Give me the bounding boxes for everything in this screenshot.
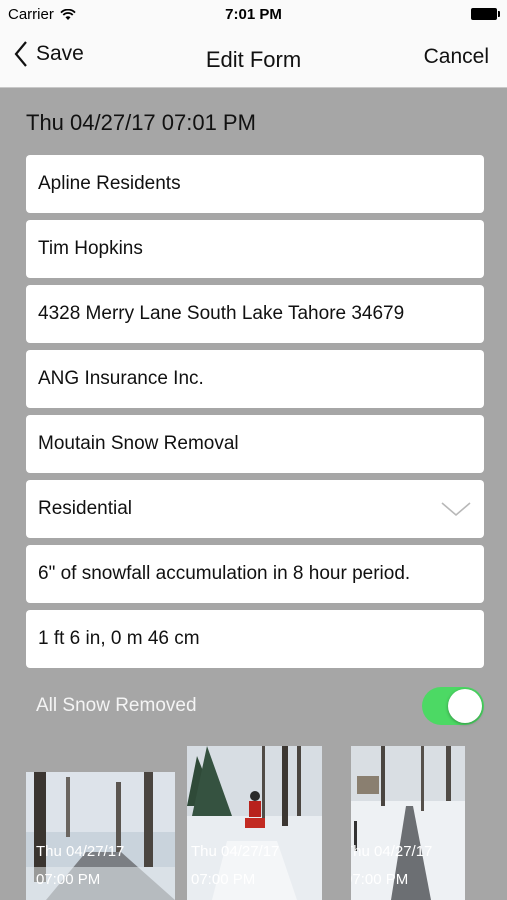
- photo-2-caption: Thu 04/27/17 07:00 PM: [191, 838, 279, 894]
- photo-thumbnail-3[interactable]: Thu 04/27/17 07:00 PM: [351, 746, 465, 900]
- insurance-value: ANG Insurance Inc.: [38, 368, 204, 389]
- cancel-button[interactable]: Cancel: [424, 45, 489, 69]
- battery-icon: [471, 8, 500, 20]
- snow-removed-label: All Snow Removed: [36, 695, 197, 716]
- company-field[interactable]: Moutain Snow Removal: [26, 415, 484, 473]
- contact-name-value: Tim Hopkins: [38, 238, 143, 259]
- address-value: 4328 Merry Lane South Lake Tahore 34679: [38, 303, 405, 324]
- snowfall-notes-value: 6" of snowfall accumulation in 8 hour pe…: [38, 563, 411, 584]
- photo-3-time: 07:00 PM: [351, 871, 409, 888]
- property-type-value: Residential: [38, 498, 132, 519]
- photo-thumbnail-2[interactable]: Thu 04/27/17 07:00 PM: [187, 746, 322, 900]
- client-name-value: Apline Residents: [38, 173, 181, 194]
- snow-depth-field[interactable]: 1 ft 6 in, 0 m 46 cm: [26, 610, 484, 668]
- snowfall-notes-field[interactable]: 6" of snowfall accumulation in 8 hour pe…: [26, 545, 484, 603]
- insurance-field[interactable]: ANG Insurance Inc.: [26, 350, 484, 408]
- toggle-knob: [448, 689, 482, 723]
- form-date-time: Thu 04/27/17 07:01 PM: [26, 110, 256, 135]
- clock: 7:01 PM: [225, 6, 282, 23]
- snow-depth-value: 1 ft 6 in, 0 m 46 cm: [38, 628, 200, 649]
- address-field[interactable]: 4328 Merry Lane South Lake Tahore 34679: [26, 285, 484, 343]
- photo-1-time: 07:00 PM: [36, 871, 101, 888]
- status-bar: Carrier 7:01 PM: [0, 0, 507, 28]
- photo-1-date: Thu 04/27/17: [36, 843, 125, 860]
- company-value: Moutain Snow Removal: [38, 433, 239, 454]
- photo-1-caption: Thu 04/27/17 07:00 PM: [36, 838, 124, 894]
- chevron-down-icon: [441, 502, 471, 517]
- photo-2-time: 07:00 PM: [191, 871, 256, 888]
- photo-2-date: Thu 04/27/17: [191, 843, 280, 860]
- photo-thumbnail-1[interactable]: Thu 04/27/17 07:00 PM: [26, 772, 175, 900]
- navigation-bar: Save Edit Form Cancel: [0, 28, 507, 88]
- snow-removed-row: All Snow Removed: [26, 686, 484, 726]
- property-type-select[interactable]: Residential: [26, 480, 484, 538]
- snow-removed-toggle[interactable]: [422, 687, 484, 725]
- photo-3-caption: Thu 04/27/17 07:00 PM: [351, 838, 432, 894]
- photo-3-date: Thu 04/27/17: [351, 843, 433, 860]
- contact-name-field[interactable]: Tim Hopkins: [26, 220, 484, 278]
- client-name-field[interactable]: Apline Residents: [26, 155, 484, 213]
